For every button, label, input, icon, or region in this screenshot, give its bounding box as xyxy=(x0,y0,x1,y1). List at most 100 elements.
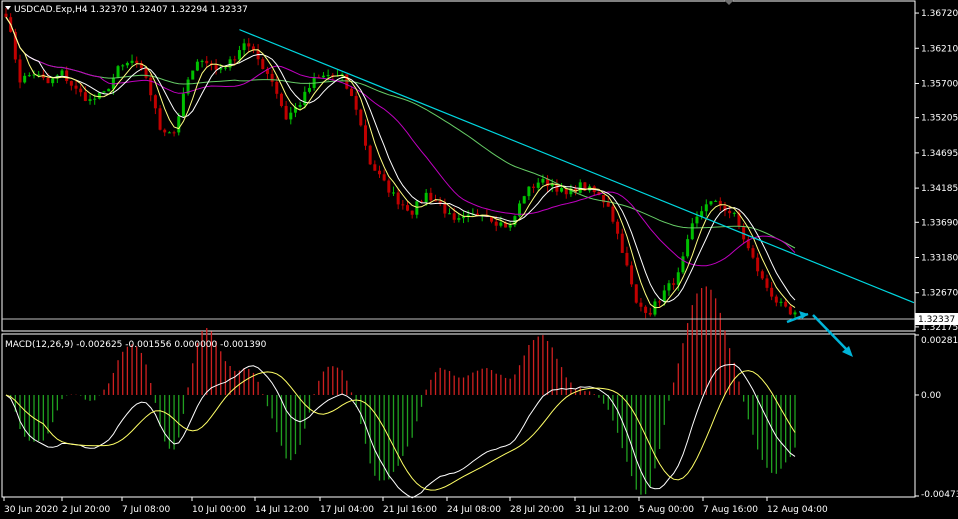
price-tick-label: 1.34185 xyxy=(921,184,958,194)
candle xyxy=(69,80,73,91)
macd-tick-label: -0.004736 xyxy=(921,490,958,500)
candle xyxy=(158,105,162,131)
candle xyxy=(672,278,676,290)
time-tick-label: 7 Jul 08:00 xyxy=(122,505,171,515)
candle xyxy=(387,178,391,198)
candle xyxy=(415,199,419,219)
candle xyxy=(233,55,237,65)
candle xyxy=(307,82,311,94)
candle xyxy=(630,261,634,288)
time-tick-label: 14 Jul 12:00 xyxy=(255,505,309,515)
candle xyxy=(546,175,550,193)
candle xyxy=(709,201,713,206)
candle xyxy=(55,74,59,83)
chart-title: USDCAD.Exp,H4 1.32370 1.32407 1.32294 1.… xyxy=(14,5,248,15)
macd-line xyxy=(5,363,796,499)
candle xyxy=(354,91,358,116)
ma-fast-line xyxy=(5,16,796,309)
candle xyxy=(312,72,316,91)
time-tick-label: 30 Jun 2020 xyxy=(4,505,58,515)
candle xyxy=(429,187,433,202)
candle xyxy=(522,195,526,204)
candle xyxy=(756,253,760,277)
shift-marker-icon[interactable] xyxy=(724,0,734,5)
candle xyxy=(107,88,111,92)
price-tick-label: 1.32670 xyxy=(921,289,958,299)
candle xyxy=(377,165,381,178)
candle xyxy=(251,43,255,54)
candle xyxy=(191,70,195,80)
candle xyxy=(648,307,652,317)
candle xyxy=(60,68,64,77)
candle xyxy=(340,72,344,82)
candle xyxy=(242,38,246,56)
candle xyxy=(373,160,377,171)
resistance-trendline xyxy=(239,29,915,304)
candle xyxy=(779,298,783,307)
candle xyxy=(345,74,349,90)
time-tick-label: 2 Jul 20:00 xyxy=(62,505,111,515)
price-tick-label: 1.34695 xyxy=(921,149,958,159)
candle xyxy=(97,92,101,100)
price-tick-label: 1.33690 xyxy=(921,218,958,228)
candle xyxy=(149,72,153,102)
candle xyxy=(167,131,171,134)
candle xyxy=(382,169,386,182)
trendline-group[interactable] xyxy=(239,29,915,304)
candle xyxy=(144,67,148,80)
candle xyxy=(639,297,643,312)
candle xyxy=(774,294,778,307)
ma-slow-line xyxy=(5,16,796,267)
candle xyxy=(88,94,92,105)
time-tick-label: 5 Aug 00:00 xyxy=(639,505,694,515)
candle xyxy=(163,128,167,137)
candle xyxy=(592,185,596,197)
candle xyxy=(279,92,283,108)
last-price-label: 1.32337 xyxy=(918,315,955,325)
candle xyxy=(462,211,466,224)
candle xyxy=(770,281,774,301)
candle xyxy=(293,102,297,118)
candle xyxy=(686,234,690,259)
candle xyxy=(195,59,199,72)
macd-panel-frame xyxy=(1,333,916,498)
price-panel-frame xyxy=(1,0,916,332)
candle xyxy=(401,200,405,210)
macd-tick-label: 0.00 xyxy=(921,391,941,401)
time-tick-label: 10 Jul 00:00 xyxy=(192,505,246,515)
candle xyxy=(718,197,722,211)
price-axis: 1.36720 1.36210 1.35700 1.35205 1.34695 1.341… xyxy=(915,9,958,500)
candle xyxy=(518,200,522,218)
candle xyxy=(130,54,134,66)
candle xyxy=(275,75,279,99)
candle xyxy=(667,280,671,296)
candle xyxy=(578,179,582,194)
candle xyxy=(23,72,27,84)
time-tick-label: 28 Jul 20:00 xyxy=(510,505,564,515)
candle xyxy=(186,76,190,96)
signal-line xyxy=(5,370,796,491)
candle xyxy=(396,188,400,210)
price-tick-label: 1.36210 xyxy=(921,44,958,54)
candle xyxy=(732,211,736,217)
candle xyxy=(746,236,750,251)
candle xyxy=(363,119,367,151)
candle xyxy=(560,183,564,193)
candle xyxy=(793,310,797,319)
candle xyxy=(410,210,414,219)
candle xyxy=(289,106,293,125)
candle xyxy=(406,201,410,212)
chart-area[interactable]: 1.36720 1.36210 1.35700 1.35205 1.34695 1.341… xyxy=(0,0,958,519)
candle xyxy=(153,94,157,115)
candle xyxy=(765,274,769,292)
price-tick-label: 1.33180 xyxy=(921,253,958,263)
candle xyxy=(644,305,648,319)
candle xyxy=(527,186,531,201)
macd-tick-label: 0.002812 xyxy=(921,336,958,346)
candle xyxy=(508,222,512,231)
candle xyxy=(284,101,288,121)
candle xyxy=(18,54,22,89)
time-tick-label: 31 Jul 12:00 xyxy=(575,505,629,515)
time-tick-label: 17 Jul 04:00 xyxy=(320,505,374,515)
moving-averages xyxy=(5,16,796,309)
